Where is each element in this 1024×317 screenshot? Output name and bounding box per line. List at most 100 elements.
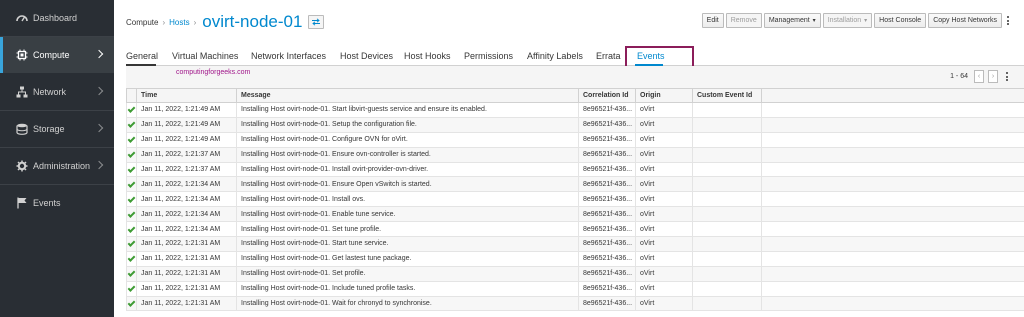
gear-icon (16, 160, 28, 172)
table-row[interactable]: Jan 11, 2022, 1:21:31 AM Installing Host … (126, 250, 1024, 267)
storage-icon (16, 123, 28, 135)
custom-event-id-cell (692, 280, 762, 297)
message-cell: Installing Host ovirt-node-01. Wait for … (236, 295, 579, 312)
tab-permissions[interactable]: Permissions (464, 51, 513, 61)
tab-errata[interactable]: Errata (596, 51, 621, 61)
nav-item-events[interactable]: Events (0, 185, 114, 221)
custom-event-id-cell (692, 206, 762, 223)
page-title: ovirt-node-01 (202, 12, 303, 31)
table-row[interactable]: Jan 11, 2022, 1:21:37 AM Installing Host … (126, 146, 1024, 163)
kebab-menu-icon[interactable] (1004, 70, 1010, 83)
custom-event-id-cell (692, 161, 762, 178)
message-cell: Installing Host ovirt-node-01. Ensure Op… (236, 176, 579, 193)
filler-cell (761, 191, 1024, 208)
events-table-container: Time Message Correlation Id Origin Custo… (126, 88, 1024, 317)
filler-cell (761, 176, 1024, 193)
nav-item-network[interactable]: Network (0, 74, 114, 110)
status-cell (126, 102, 137, 118)
time-cell: Jan 11, 2022, 1:21:34 AM (136, 191, 237, 208)
column-header-time[interactable]: Time (136, 88, 237, 103)
message-cell: Installing Host ovirt-node-01. Configure… (236, 131, 579, 148)
table-row[interactable]: Jan 11, 2022, 1:21:49 AM Installing Host … (126, 102, 1024, 118)
column-header-filler (761, 88, 1024, 103)
origin-cell: oVirt (635, 265, 693, 282)
status-cell (126, 236, 137, 252)
message-cell: Installing Host ovirt-node-01. Start lib… (236, 102, 579, 118)
correlation-id-cell: 8e96521f-436... (578, 161, 636, 178)
checkmark-icon (127, 194, 136, 203)
table-row[interactable]: Jan 11, 2022, 1:21:34 AM Installing Host … (126, 191, 1024, 208)
breadcrumb-separator: › (193, 17, 197, 27)
installation-dropdown[interactable]: Installation ▾ (822, 13, 873, 28)
column-header-origin[interactable]: Origin (635, 88, 693, 103)
time-cell: Jan 11, 2022, 1:21:49 AM (136, 116, 237, 133)
previous-page-button[interactable]: ‹ (974, 70, 984, 83)
host-console-button[interactable]: Host Console (874, 13, 927, 28)
table-row[interactable]: Jan 11, 2022, 1:21:34 AM Installing Host … (126, 206, 1024, 223)
table-row[interactable]: Jan 11, 2022, 1:21:31 AM Installing Host … (126, 236, 1024, 252)
table-row[interactable]: Jan 11, 2022, 1:21:31 AM Installing Host … (126, 280, 1024, 297)
table-row[interactable]: Jan 11, 2022, 1:21:31 AM Installing Host … (126, 265, 1024, 282)
kebab-menu-icon[interactable] (1004, 13, 1012, 28)
correlation-id-cell: 8e96521f-436... (578, 221, 636, 238)
column-header-custom-event-id[interactable]: Custom Event Id (692, 88, 762, 103)
nav-item-administration[interactable]: Administration (0, 148, 114, 184)
compute-icon (16, 49, 28, 61)
correlation-id-cell: 8e96521f-436... (578, 131, 636, 148)
table-row[interactable]: Jan 11, 2022, 1:21:37 AM Installing Host … (126, 161, 1024, 178)
nav-item-storage[interactable]: Storage (0, 111, 114, 147)
caret-down-icon: ▾ (812, 18, 816, 24)
next-page-button[interactable]: › (988, 70, 998, 83)
message-cell: Installing Host ovirt-node-01. Set profi… (236, 265, 579, 282)
checkmark-icon (127, 150, 136, 158)
nav-item-label: Compute (33, 50, 70, 60)
table-row[interactable]: Jan 11, 2022, 1:21:31 AM Installing Host … (126, 295, 1024, 312)
chevron-right-icon (94, 160, 104, 170)
checkmark-icon (127, 180, 136, 188)
checkmark-icon (127, 224, 136, 233)
tab-virtual-machines[interactable]: Virtual Machines (172, 51, 238, 61)
nav-item-compute[interactable]: Compute (0, 37, 114, 73)
custom-event-id-cell (692, 295, 762, 312)
time-cell: Jan 11, 2022, 1:21:34 AM (136, 176, 237, 193)
correlation-id-cell: 8e96521f-436... (578, 206, 636, 223)
checkmark-icon (127, 299, 136, 307)
column-header-correlation-id[interactable]: Correlation Id (578, 88, 636, 103)
breadcrumb-hosts-link[interactable]: Hosts (169, 18, 189, 27)
correlation-id-cell: 8e96521f-436... (578, 280, 636, 297)
correlation-id-cell: 8e96521f-436... (578, 250, 636, 267)
origin-cell: oVirt (635, 221, 693, 238)
custom-event-id-cell (692, 221, 762, 238)
tab-host-devices[interactable]: Host Devices (340, 51, 393, 61)
message-cell: Installing Host ovirt-node-01. Set tune … (236, 221, 579, 238)
custom-event-id-cell (692, 146, 762, 163)
tab-network-interfaces[interactable]: Network Interfaces (251, 51, 326, 61)
column-header-message[interactable]: Message (236, 88, 579, 103)
edit-button[interactable]: Edit (701, 13, 724, 28)
time-cell: Jan 11, 2022, 1:21:34 AM (136, 206, 237, 223)
custom-event-id-cell (692, 250, 762, 267)
switch-entity-button[interactable] (308, 15, 325, 29)
table-row[interactable]: Jan 11, 2022, 1:21:34 AM Installing Host … (126, 221, 1024, 238)
management-dropdown[interactable]: Management ▾ (763, 13, 821, 28)
copy-host-networks-button[interactable]: Copy Host Networks (928, 13, 1002, 28)
chevron-right-icon (94, 123, 104, 133)
table-row[interactable]: Jan 11, 2022, 1:21:34 AM Installing Host … (126, 176, 1024, 193)
column-header-status (126, 88, 137, 103)
status-cell (126, 250, 137, 267)
remove-button[interactable]: Remove (725, 13, 762, 28)
tab-host-hooks[interactable]: Host Hooks (404, 51, 451, 61)
nav-item-dashboard[interactable]: Dashboard (0, 0, 114, 36)
status-cell (126, 295, 137, 312)
origin-cell: oVirt (635, 146, 693, 163)
status-cell (126, 161, 137, 178)
checkmark-icon (127, 105, 136, 114)
table-toolbar (126, 66, 1024, 88)
table-row[interactable]: Jan 11, 2022, 1:21:49 AM Installing Host … (126, 131, 1024, 148)
tab-general[interactable]: General (126, 51, 158, 61)
correlation-id-cell: 8e96521f-436... (578, 102, 636, 118)
filler-cell (761, 295, 1024, 312)
tab-affinity-labels[interactable]: Affinity Labels (527, 51, 583, 61)
table-row[interactable]: Jan 11, 2022, 1:21:49 AM Installing Host … (126, 116, 1024, 133)
swap-arrows-icon (312, 18, 321, 26)
